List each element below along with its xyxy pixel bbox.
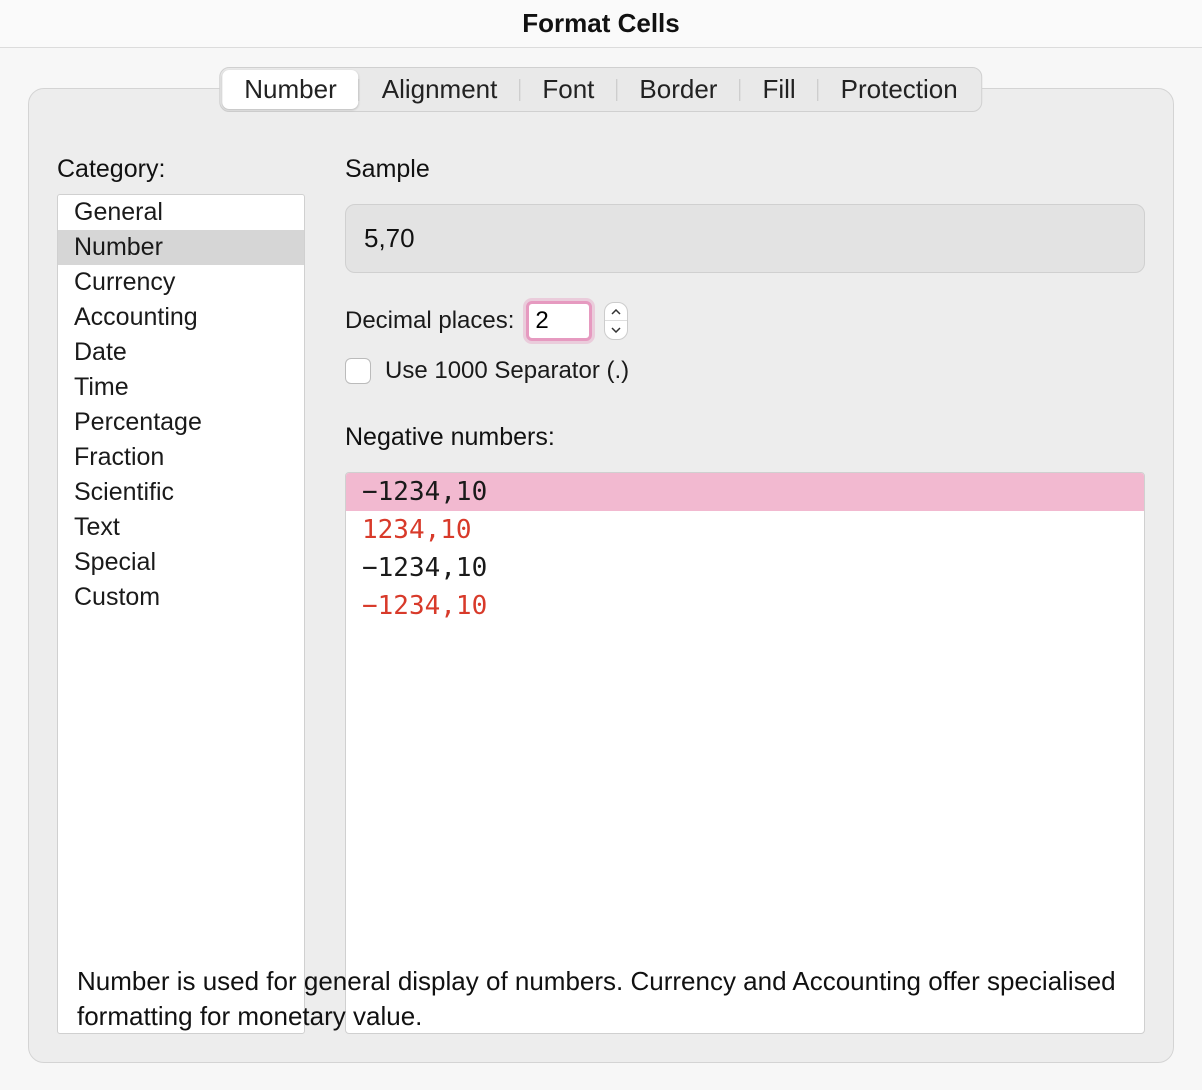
tab-number[interactable]: Number — [222, 70, 358, 109]
stepper-down-button[interactable] — [605, 321, 627, 339]
separator-label: Use 1000 Separator (.) — [385, 357, 629, 385]
category-label: Category: — [57, 155, 305, 184]
sample-box: 5,70 — [345, 204, 1145, 273]
category-item-currency[interactable]: Currency — [58, 265, 304, 300]
tabs-bar: NumberAlignmentFontBorderFillProtection — [219, 67, 982, 112]
stepper-up-button[interactable] — [605, 303, 627, 321]
category-description: Number is used for general display of nu… — [77, 964, 1125, 1034]
format-panel: NumberAlignmentFontBorderFillProtection … — [28, 88, 1174, 1063]
chevron-up-icon — [611, 309, 621, 315]
tab-border[interactable]: Border — [617, 70, 739, 109]
negative-option-1[interactable]: 1234,10 — [346, 511, 1144, 549]
category-column: Category: GeneralNumberCurrencyAccountin… — [57, 155, 305, 1034]
negative-option-2[interactable]: −1234,10 — [346, 549, 1144, 587]
category-item-special[interactable]: Special — [58, 545, 304, 580]
negative-numbers-label: Negative numbers: — [345, 423, 1145, 452]
category-item-text[interactable]: Text — [58, 510, 304, 545]
category-item-general[interactable]: General — [58, 195, 304, 230]
decimal-stepper — [604, 302, 628, 340]
decimal-row: Decimal places: — [345, 301, 1145, 341]
category-item-time[interactable]: Time — [58, 370, 304, 405]
negative-option-0[interactable]: −1234,10 — [346, 473, 1144, 511]
sample-label: Sample — [345, 155, 1145, 184]
category-item-number[interactable]: Number — [58, 230, 304, 265]
category-item-custom[interactable]: Custom — [58, 580, 304, 615]
category-item-fraction[interactable]: Fraction — [58, 440, 304, 475]
separator-row: Use 1000 Separator (.) — [345, 357, 1145, 385]
window-title: Format Cells — [0, 0, 1202, 48]
decimal-places-input[interactable] — [526, 301, 592, 341]
negative-option-3[interactable]: −1234,10 — [346, 587, 1144, 625]
settings-column: Sample 5,70 Decimal places: Use 1000 Sep… — [345, 155, 1145, 1034]
decimal-places-label: Decimal places: — [345, 307, 514, 335]
negative-numbers-list[interactable]: −1234,101234,10−1234,10−1234,10 — [345, 472, 1145, 1034]
separator-checkbox[interactable] — [345, 358, 371, 384]
panel-content: Category: GeneralNumberCurrencyAccountin… — [57, 155, 1145, 1034]
category-item-scientific[interactable]: Scientific — [58, 475, 304, 510]
category-list[interactable]: GeneralNumberCurrencyAccountingDateTimeP… — [57, 194, 305, 1034]
chevron-down-icon — [611, 327, 621, 333]
category-item-accounting[interactable]: Accounting — [58, 300, 304, 335]
tab-alignment[interactable]: Alignment — [360, 70, 520, 109]
category-item-date[interactable]: Date — [58, 335, 304, 370]
tab-protection[interactable]: Protection — [819, 70, 980, 109]
tab-fill[interactable]: Fill — [740, 70, 817, 109]
category-item-percentage[interactable]: Percentage — [58, 405, 304, 440]
tab-font[interactable]: Font — [520, 70, 616, 109]
